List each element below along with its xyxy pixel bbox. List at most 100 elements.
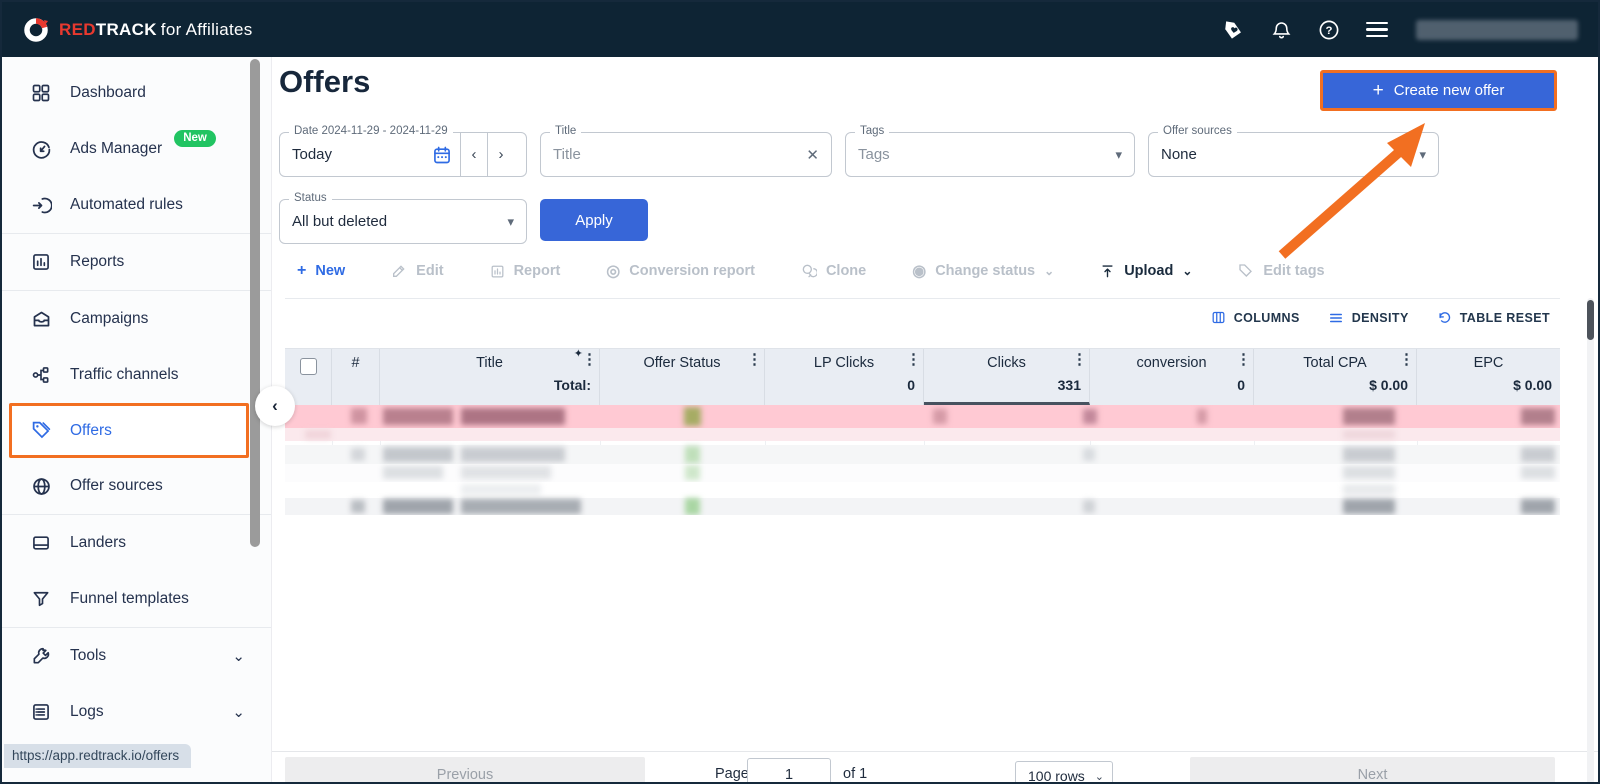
offer-sources-globe-icon xyxy=(30,475,52,497)
sidebar-item-automated-rules[interactable]: Automated rules xyxy=(2,177,271,233)
tags-field-input[interactable]: Tags xyxy=(858,146,1107,163)
column-menu-icon[interactable]: ⋮ xyxy=(1072,350,1087,368)
tags-filter-field[interactable]: Tags Tags ▾ xyxy=(845,132,1135,177)
chevron-down-icon[interactable]: ⌄ xyxy=(232,647,245,665)
table-row[interactable] xyxy=(285,464,1560,482)
help-icon[interactable]: ? xyxy=(1318,19,1340,41)
sidebar-item-logs[interactable]: Logs ⌄ xyxy=(2,684,271,740)
sidebar-item-label: Landers xyxy=(70,534,126,552)
columns-button[interactable]: COLUMNS xyxy=(1211,310,1300,325)
edit-tags-button[interactable]: Edit tags xyxy=(1238,263,1324,279)
change-status-icon: ◉ xyxy=(912,261,926,281)
column-menu-icon[interactable]: ⋮ xyxy=(747,350,762,368)
sidebar-item-traffic-channels[interactable]: Traffic channels xyxy=(2,347,271,403)
column-menu-icon[interactable]: ⋮ xyxy=(906,350,921,368)
clone-button[interactable]: Clone xyxy=(801,263,866,279)
table-row[interactable] xyxy=(285,428,1560,441)
menu-hamburger-icon[interactable] xyxy=(1366,22,1388,38)
column-menu-icon[interactable]: ⋮ xyxy=(1236,350,1251,368)
header-epc[interactable]: EPC$ 0.00 xyxy=(1417,349,1560,405)
logs-icon xyxy=(30,701,52,723)
scrollbar-thumb[interactable] xyxy=(1587,300,1594,340)
offer-sources-field-label: Offer sources xyxy=(1158,125,1237,137)
column-menu-icon[interactable]: ⋮ xyxy=(1399,350,1414,368)
density-button[interactable]: DENSITY xyxy=(1328,311,1409,325)
table-row[interactable] xyxy=(285,405,1560,428)
upload-button[interactable]: Upload⌄ xyxy=(1100,263,1192,279)
traffic-channels-icon xyxy=(30,364,52,386)
page-number-input[interactable] xyxy=(747,758,831,784)
create-new-offer-button[interactable]: + Create new offer xyxy=(1320,70,1557,111)
table-reset-button[interactable]: TABLE RESET xyxy=(1437,310,1550,325)
caret-down-icon[interactable]: ▾ xyxy=(1115,147,1122,163)
table-row[interactable] xyxy=(285,445,1560,464)
header-offer-status[interactable]: Offer Status⋮ xyxy=(600,349,765,405)
table-row[interactable] xyxy=(285,482,1560,498)
change-status-button[interactable]: ◉Change status⌄ xyxy=(912,261,1054,281)
status-field-value[interactable]: All but deleted xyxy=(292,213,499,230)
select-all-checkbox[interactable] xyxy=(300,358,317,375)
caret-down-icon[interactable]: ▾ xyxy=(507,214,514,230)
sidebar-item-dashboard[interactable]: Dashboard xyxy=(2,65,271,121)
sidebar-scrollbar[interactable] xyxy=(250,59,260,547)
offers-tag-icon xyxy=(30,420,52,442)
sidebar-collapse-button[interactable]: ‹ xyxy=(255,386,295,426)
main-scrollbar[interactable] xyxy=(1587,298,1594,784)
funnel-icon xyxy=(30,588,52,610)
sidebar-item-label: Campaigns xyxy=(70,310,148,328)
new-button[interactable]: +New xyxy=(297,262,345,280)
sidebar-item-label: Offer sources xyxy=(70,477,163,495)
clear-icon[interactable]: ✕ xyxy=(806,146,819,164)
header-title[interactable]: Title✦⋮Total: xyxy=(380,349,600,405)
conversion-report-button[interactable]: ◎Conversion report xyxy=(606,261,755,281)
date-next-button[interactable]: › xyxy=(488,146,514,163)
header-total-cpa[interactable]: Total CPA⋮$ 0.00 xyxy=(1254,349,1417,405)
columns-icon xyxy=(1211,310,1226,325)
previous-page-button[interactable]: Previous xyxy=(285,757,645,784)
header-clicks[interactable]: Clicks⋮331 xyxy=(924,349,1090,405)
edit-button[interactable]: Edit xyxy=(391,263,443,279)
header-number[interactable]: # xyxy=(332,349,380,405)
sidebar-item-reports[interactable]: Reports xyxy=(2,234,271,290)
report-chart-icon xyxy=(490,264,505,279)
next-page-button[interactable]: Next xyxy=(1190,757,1555,784)
caret-down-icon[interactable]: ▾ xyxy=(1419,147,1426,163)
reset-icon xyxy=(1437,310,1452,325)
sidebar-item-offers[interactable]: Offers xyxy=(9,403,249,458)
promo-tag-icon[interactable] xyxy=(1222,19,1244,41)
table-row[interactable] xyxy=(285,498,1560,515)
offer-sources-filter-field[interactable]: Offer sources None ▾ xyxy=(1148,132,1439,177)
calendar-icon[interactable] xyxy=(432,145,452,165)
report-button[interactable]: Report xyxy=(490,263,561,279)
sidebar-item-campaigns[interactable]: Campaigns xyxy=(2,291,271,347)
header-lp-clicks[interactable]: LP Clicks⋮0 xyxy=(765,349,924,405)
date-prev-button[interactable]: ‹ xyxy=(461,146,487,163)
sidebar-item-label: Offers xyxy=(70,422,112,440)
apply-button[interactable]: Apply xyxy=(540,199,648,241)
sidebar-item-funnel-templates[interactable]: Funnel templates xyxy=(2,571,271,627)
pagination-bar: Previous Page of 1 100 rows⌄ Next xyxy=(285,757,1560,784)
status-filter-field[interactable]: Status All but deleted ▾ xyxy=(279,199,527,244)
campaigns-icon xyxy=(30,308,52,330)
title-filter-field[interactable]: Title Title ✕ xyxy=(540,132,832,177)
title-field-input[interactable]: Title xyxy=(553,146,798,163)
sidebar-item-label: Dashboard xyxy=(70,84,146,102)
table-rows-redacted xyxy=(285,405,1560,515)
header-conversion[interactable]: conversion⋮0 xyxy=(1090,349,1254,405)
sidebar-item-tools[interactable]: Tools ⌄ xyxy=(2,628,271,684)
redtrack-logo[interactable]: REDTRACKfor Affiliates xyxy=(22,16,253,44)
sidebar-item-offer-sources[interactable]: Offer sources xyxy=(2,458,271,514)
notifications-bell-icon[interactable] xyxy=(1270,19,1292,41)
sidebar-item-ads-manager[interactable]: Ads Manager New xyxy=(2,121,271,177)
sidebar-item-label: Ads Manager xyxy=(70,140,162,158)
offer-sources-field-value[interactable]: None xyxy=(1161,146,1411,163)
date-range-field[interactable]: Date 2024-11-29 - 2024-11-29 Today ‹ › xyxy=(279,132,527,177)
status-field-label: Status xyxy=(289,192,332,204)
chevron-down-icon[interactable]: ⌄ xyxy=(232,703,245,721)
reports-icon xyxy=(30,251,52,273)
date-field-value: Today xyxy=(292,146,432,163)
column-menu-icon[interactable]: ⋮ xyxy=(582,350,597,368)
sidebar-item-landers[interactable]: Landers xyxy=(2,515,271,571)
rows-per-page-select[interactable]: 100 rows⌄ xyxy=(1015,761,1113,784)
user-name-redacted[interactable] xyxy=(1416,20,1578,40)
